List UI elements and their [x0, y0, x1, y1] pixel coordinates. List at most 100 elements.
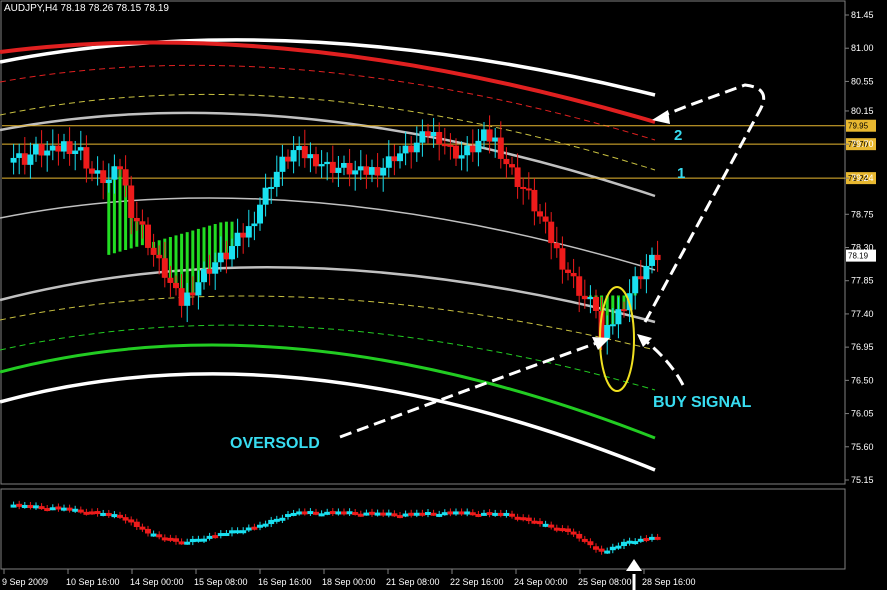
candle-body: [643, 265, 650, 280]
indicator-bar: [44, 508, 51, 512]
y-tick-label: 76.50: [851, 375, 874, 385]
indicator-bar: [313, 511, 319, 515]
indicator-bar: [201, 538, 207, 542]
candle-body: [245, 226, 252, 238]
indicator-bar: [604, 550, 611, 554]
candle-body: [285, 156, 291, 162]
indicator-bar: [229, 530, 235, 534]
candle-body: [279, 156, 286, 172]
indicator-bar: [565, 528, 571, 532]
indicator-bar: [128, 519, 135, 523]
indicator-bar: [609, 546, 616, 551]
candle-body: [341, 162, 347, 168]
indicator-bar: [33, 505, 39, 509]
candle-body: [581, 295, 588, 300]
level-2-label: 2: [674, 127, 682, 144]
candle-body: [44, 150, 51, 156]
indicator-bar: [212, 535, 219, 539]
candle-body: [436, 131, 443, 145]
x-tick-label: 15 Sep 08:00: [194, 577, 248, 587]
indicator-bar: [514, 516, 521, 520]
level-tag-label: 79.95: [848, 122, 869, 131]
indicator-bar: [223, 533, 230, 537]
indicator-bar: [21, 504, 28, 508]
indicator-bar: [626, 540, 633, 544]
indicator-bar: [341, 511, 347, 515]
candle-body: [273, 171, 280, 187]
candle-body: [262, 187, 269, 205]
candle-body: [55, 145, 62, 152]
candle-body: [16, 153, 23, 158]
indicator-bar: [453, 511, 459, 515]
y-tick-label: 77.85: [851, 276, 874, 286]
y-tick-label: 75.60: [851, 442, 874, 452]
indicator-bar: [273, 518, 280, 522]
y-tick-label: 80.15: [851, 106, 874, 116]
candle-body: [313, 154, 319, 167]
candle-body: [122, 169, 129, 186]
indicator-bar: [279, 517, 286, 521]
indicator-bar: [587, 541, 594, 546]
indicator-bar: [469, 512, 476, 516]
candle-body: [430, 131, 437, 137]
candle-body: [10, 157, 17, 163]
candle-body: [352, 170, 359, 175]
indicator-bar: [413, 512, 420, 516]
candle-body: [290, 150, 297, 162]
y-tick-label: 81.45: [851, 10, 874, 20]
candle-body: [257, 204, 263, 224]
candle-body: [128, 185, 135, 218]
indicator-bar: [10, 504, 17, 508]
candle-body: [189, 292, 196, 296]
candle-body: [559, 248, 566, 270]
indicator-bar: [492, 512, 499, 516]
indicator-bar: [240, 530, 247, 534]
candle-body: [229, 246, 235, 260]
candle-body: [89, 168, 95, 174]
indicator-bar: [195, 538, 202, 542]
candle-body: [447, 144, 454, 147]
indicator-bar: [408, 512, 415, 516]
candle-body: [251, 223, 258, 227]
indicator-bar: [122, 517, 129, 521]
candle-body: [346, 162, 353, 175]
candle-body: [296, 146, 303, 151]
candle-body: [621, 309, 627, 312]
indicator-bar: [481, 512, 487, 516]
indicator-bar: [184, 541, 191, 545]
indicator-bar: [419, 512, 426, 516]
indicator-bar: [520, 517, 527, 521]
y-tick-label: 81.00: [851, 43, 874, 53]
candle-body: [514, 167, 521, 187]
candle-body: [363, 166, 370, 175]
candle-body: [492, 137, 499, 142]
candle-body: [145, 224, 151, 248]
candle-body: [525, 188, 532, 191]
indicator-bar: [649, 536, 655, 540]
indicator-bar: [391, 513, 398, 517]
indicator-bar: [133, 521, 140, 528]
candle-body: [38, 144, 45, 156]
indicator-bar: [464, 511, 471, 515]
candle-body: [419, 131, 426, 143]
candle-body: [587, 296, 594, 300]
indicator-bar: [89, 511, 95, 515]
candle-body: [615, 309, 622, 325]
candle-body: [632, 276, 639, 294]
indicator-bar: [145, 528, 151, 534]
indicator-bar: [217, 533, 224, 537]
indicator-bar: [615, 545, 622, 549]
indicator-bar: [318, 513, 325, 517]
candle-body: [301, 146, 308, 159]
candle-body: [475, 140, 482, 153]
y-tick-label: 79.70: [851, 139, 874, 149]
candle-body: [397, 153, 403, 162]
indicator-bar: [49, 507, 56, 511]
y-tick-label: 78.30: [851, 243, 874, 253]
indicator-bar: [537, 521, 543, 525]
indicator-bar: [27, 504, 34, 508]
indicator-bar: [425, 512, 431, 516]
y-tick-label: 75.15: [851, 475, 874, 485]
indicator-bar: [654, 536, 661, 540]
candle-body: [133, 217, 140, 222]
